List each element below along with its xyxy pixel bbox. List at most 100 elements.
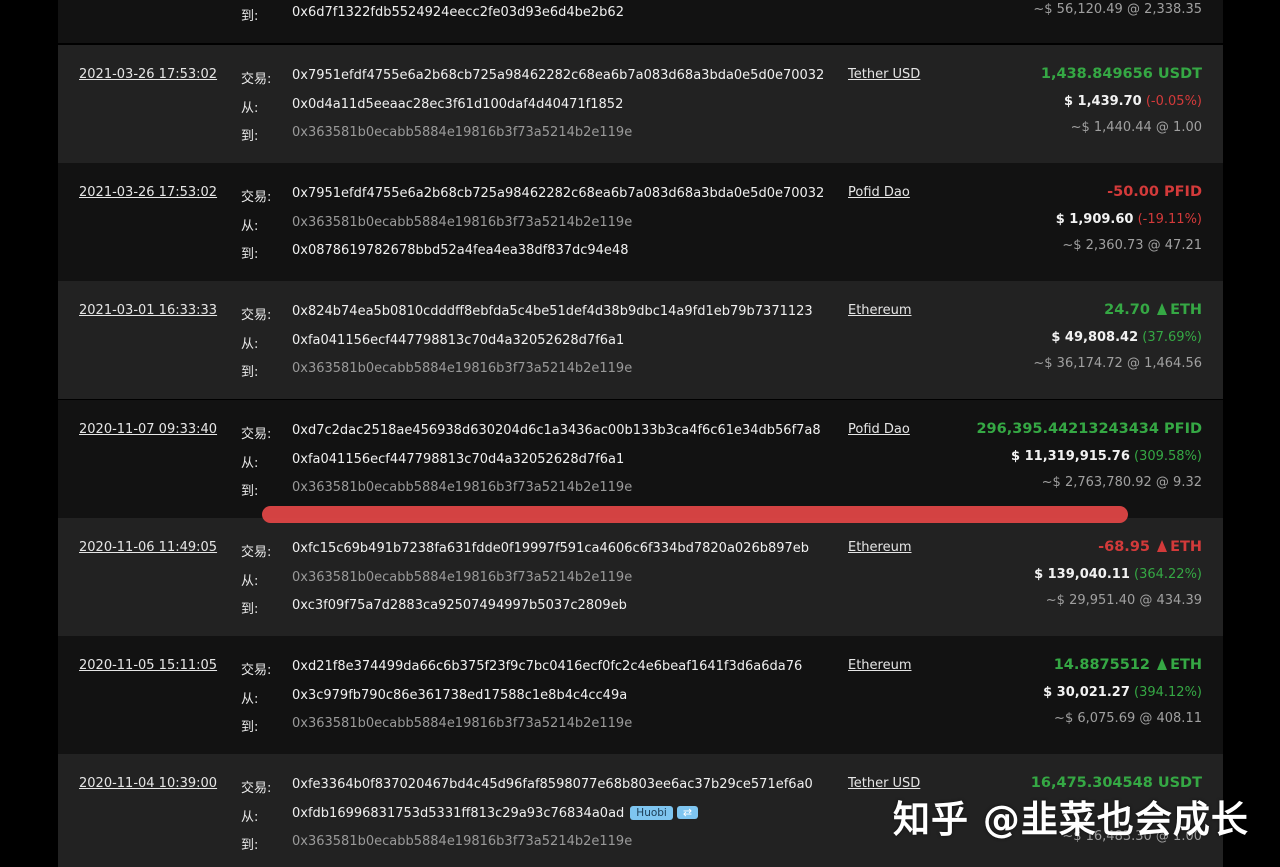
table-row: 2020-11-06 11:49:05 交易: 0xfc15c69b491b72… [58,518,1223,636]
tx-label: 交易: [241,72,272,87]
from-label: 从: [241,456,259,471]
usd-amount: $ 1,909.60 [1055,212,1134,227]
pct-change: (364.22%) [1134,567,1202,582]
approx-value: ~$ 6,075.69 @ 408.11 [1054,711,1202,726]
from-address[interactable]: 0x0d4a11d5eeaac28ec3f61d100daf4d40471f18… [292,97,623,112]
token-link[interactable]: Ethereum [848,540,912,555]
tx-date-link[interactable]: 2020-11-07 09:33:40 [79,422,217,437]
table-row: 到: 0x6d7f1322fdb5524924eecc2fe03d93e6d4b… [58,0,1223,43]
to-label: 到: [241,484,259,499]
usd-amount: $ 139,040.11 [1034,567,1130,582]
amount-value: 24.70 [1104,302,1150,318]
from-label: 从: [241,337,259,352]
to-address[interactable]: 0x363581b0ecabb5884e19816b3f73a5214b2e11… [292,361,632,376]
swap-icon[interactable]: ⇄ [676,806,699,819]
tx-label: 交易: [241,190,272,205]
tx-date-link[interactable]: 2021-03-01 16:33:33 [79,303,217,318]
to-label: 到: [241,247,259,262]
highlight-underline [262,506,1128,523]
tx-date-link[interactable]: 2020-11-04 10:39:00 [79,776,217,791]
ethereum-icon [1157,658,1168,670]
usd-value: $ 11,319,915.76 (309.58%) [1011,449,1202,464]
amount: 24.70 ETH [1104,302,1202,318]
pct-change: (394.12%) [1134,685,1202,700]
exchange-badge[interactable]: Huobi [630,806,673,820]
from-address-group: 0xfdb16996831753d5331ff813c29a93c76834a0… [292,806,699,821]
amount-unit: ETH [1170,539,1202,555]
usd-amount: $ 49,808.42 [1051,330,1139,345]
tx-label: 交易: [241,545,272,560]
pct-change: (-19.11%) [1137,212,1202,227]
usd-value: $ 49,808.42 (37.69%) [1051,330,1202,345]
tx-date-link[interactable]: 2020-11-05 15:11:05 [79,658,217,673]
watermark: 知乎 @韭菜也会成长 [893,798,1249,841]
from-address[interactable]: 0x363581b0ecabb5884e19816b3f73a5214b2e11… [292,570,632,585]
tx-hash[interactable]: 0xd21f8e374499da66c6b375f23f9c7bc0416ecf… [292,659,802,674]
from-address[interactable]: 0xfa041156ecf447798813c70d4a32052628d7f6… [292,333,624,348]
to-address[interactable]: 0x363581b0ecabb5884e19816b3f73a5214b2e11… [292,834,632,849]
usd-value: $ 1,909.60 (-19.11%) [1056,212,1202,227]
approx-value: ~$ 36,174.72 @ 1,464.56 [1033,356,1202,371]
from-label: 从: [241,219,259,234]
ethereum-icon [1157,540,1168,552]
tx-hash[interactable]: 0xfc15c69b491b7238fa631fdde0f19997f591ca… [292,541,809,556]
token-link[interactable]: Ethereum [848,658,912,673]
to-label: 到: [241,838,259,853]
tx-hash[interactable]: 0x824b74ea5b0810cdddff8ebfda5c4be51def4d… [292,304,813,319]
from-address[interactable]: 0xfa041156ecf447798813c70d4a32052628d7f6… [292,452,624,467]
approx-value: ~$ 56,120.49 @ 2,338.35 [1033,2,1202,17]
tx-label: 交易: [241,427,272,442]
to-address[interactable]: 0x363581b0ecabb5884e19816b3f73a5214b2e11… [292,716,632,731]
usd-amount: $ 30,021.27 [1043,685,1130,700]
tx-date-link[interactable]: 2021-03-26 17:53:02 [79,185,217,200]
amount-unit: ETH [1170,302,1202,318]
to-address[interactable]: 0x0878619782678bbd52a4fea4ea38df837dc94e… [292,243,628,258]
usd-amount: $ 11,319,915.76 [1011,449,1130,464]
to-address[interactable]: 0xc3f09f75a7d2883ca92507494997b5037c2809… [292,598,627,613]
from-address[interactable]: 0x3c979fb790c86e361738ed17588c1e8b4c4cc4… [292,688,627,703]
to-label: 到: [241,365,259,380]
tx-hash[interactable]: 0xd7c2dac2518ae456938d630204d6c1a3436ac0… [292,423,821,438]
to-label: 到: [241,129,259,144]
to-address[interactable]: 0x6d7f1322fdb5524924eecc2fe03d93e6d4be2b… [292,5,624,20]
amount: -68.95 ETH [1098,539,1202,555]
usd-value: $ 30,021.27 (394.12%) [1043,685,1202,700]
token-link[interactable]: Tether USD [848,67,920,82]
usd-value: $ 1,439.70 (-0.05%) [1064,94,1202,109]
tx-hash[interactable]: 0x7951efdf4755e6a2b68cb725a98462282c68ea… [292,186,824,201]
amount: 296,395.44213243434 PFID [976,421,1202,437]
token-link[interactable]: Pofid Dao [848,422,910,437]
amount: 1,438.849656 USDT [1040,66,1202,82]
to-address[interactable]: 0x363581b0ecabb5884e19816b3f73a5214b2e11… [292,125,632,140]
tx-hash[interactable]: 0x7951efdf4755e6a2b68cb725a98462282c68ea… [292,68,824,83]
amount: 14.8875512 ETH [1054,657,1202,673]
pct-change: (309.58%) [1134,449,1202,464]
to-address[interactable]: 0x363581b0ecabb5884e19816b3f73a5214b2e11… [292,480,632,495]
tx-label: 交易: [241,781,272,796]
from-address[interactable]: 0x363581b0ecabb5884e19816b3f73a5214b2e11… [292,215,632,230]
tx-hash[interactable]: 0xfe3364b0f837020467bd4c45d96faf8598077e… [292,777,813,792]
table-row: 2020-11-07 09:33:40 交易: 0xd7c2dac2518ae4… [58,400,1223,518]
from-address[interactable]: 0xfdb16996831753d5331ff813c29a93c76834a0… [292,806,624,821]
tx-date-link[interactable]: 2021-03-26 17:53:02 [79,67,217,82]
table-row: 2021-03-26 17:53:02 交易: 0x7951efdf4755e6… [58,163,1223,281]
table-row: 2021-03-01 16:33:33 交易: 0x824b74ea5b0810… [58,281,1223,399]
tx-date-link[interactable]: 2020-11-06 11:49:05 [79,540,217,555]
to-label: 到: [241,720,259,735]
amount-value: -68.95 [1098,539,1150,555]
amount: -50.00 PFID [1107,184,1202,200]
from-label: 从: [241,574,259,589]
token-link[interactable]: Pofid Dao [848,185,910,200]
amount-unit: ETH [1170,657,1202,673]
usd-value: $ 139,040.11 (364.22%) [1034,567,1202,582]
ethereum-icon [1157,303,1168,315]
from-label: 从: [241,101,259,116]
approx-value: ~$ 1,440.44 @ 1.00 [1070,120,1202,135]
table-row: 2020-11-05 15:11:05 交易: 0xd21f8e374499da… [58,636,1223,754]
from-label: 从: [241,810,259,825]
pct-change: (-0.05%) [1145,94,1202,109]
to-label: 到: [241,602,259,617]
token-link[interactable]: Ethereum [848,303,912,318]
to-label: 到: [241,9,259,24]
from-label: 从: [241,692,259,707]
